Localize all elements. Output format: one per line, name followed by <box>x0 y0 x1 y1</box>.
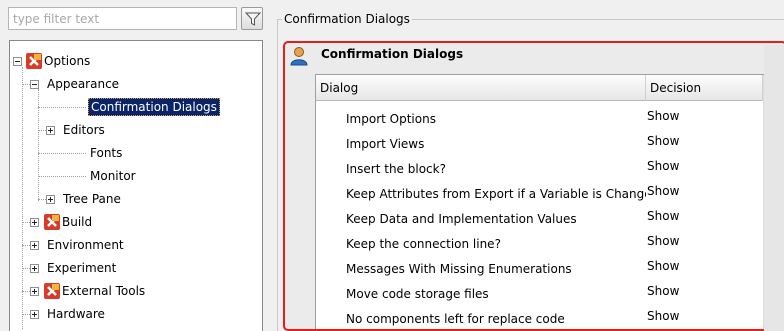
tree-item-label: Monitor <box>90 169 136 183</box>
user-icon <box>290 47 308 66</box>
tree-item-environment[interactable]: Environment <box>10 235 260 255</box>
filter-input[interactable] <box>9 8 236 29</box>
table-row[interactable]: No components left for replace code Show <box>316 305 756 329</box>
tree-item-build[interactable]: Build <box>10 212 260 232</box>
decision-cell[interactable]: Show <box>647 158 679 174</box>
table-row[interactable]: Insert the block? Show <box>316 155 756 180</box>
tree-item-tree-pane[interactable]: Tree Pane <box>10 189 260 209</box>
tree-item-appearance[interactable]: Appearance <box>10 74 260 94</box>
table-row[interactable]: Keep Attributes from Export if a Variabl… <box>316 180 756 205</box>
expand-icon[interactable] <box>30 264 39 273</box>
dialog-cell: No components left for replace code <box>346 312 565 326</box>
confirmation-dialogs-panel: Confirmation Dialogs Dialog Decision Imp… <box>283 41 784 331</box>
expand-icon[interactable] <box>46 195 55 204</box>
expand-icon[interactable] <box>30 310 39 319</box>
dialog-cell: Keep Attributes from Export if a Variabl… <box>346 187 646 201</box>
external-tools-icon <box>44 283 60 299</box>
dialog-cell: Move code storage files <box>346 287 489 301</box>
table-row[interactable]: Import Options Show <box>316 105 756 130</box>
funnel-icon <box>245 12 261 26</box>
decision-cell[interactable]: Show <box>647 283 679 299</box>
page-scrollbar-track[interactable] <box>764 45 784 331</box>
decision-cell[interactable]: Show <box>647 108 679 124</box>
tree-item-options[interactable]: Options <box>10 51 260 71</box>
tree-item-label: Options <box>44 54 91 68</box>
table-row[interactable]: Messages With Missing Enumerations Show <box>316 255 756 280</box>
tree-item-label: Build <box>62 215 93 229</box>
column-header-decision[interactable]: Decision <box>646 75 763 101</box>
tree-item-label: Experiment <box>47 261 117 275</box>
collapse-icon[interactable] <box>30 80 39 89</box>
tree-item-monitor[interactable]: Monitor <box>10 166 260 186</box>
pane-splitter[interactable] <box>270 0 274 331</box>
table-row[interactable]: Keep Data and Implementation Values Show <box>316 205 756 230</box>
panel-title: Confirmation Dialogs <box>321 47 464 61</box>
decision-cell[interactable]: Show <box>647 183 679 199</box>
table-row[interactable]: Import Views Show <box>316 130 756 155</box>
tree-item-fonts[interactable]: Fonts <box>10 143 260 163</box>
decision-cell[interactable]: Show <box>647 208 679 224</box>
expand-icon[interactable] <box>30 287 39 296</box>
collapse-icon[interactable] <box>13 57 22 66</box>
tree-item-label: Environment <box>47 238 124 252</box>
decision-cell[interactable]: Show <box>647 233 679 249</box>
dialog-cell: Insert the block? <box>346 162 446 176</box>
expand-icon[interactable] <box>30 241 39 250</box>
column-header-dialog[interactable]: Dialog <box>316 75 646 101</box>
expand-icon[interactable] <box>46 126 55 135</box>
filter-button[interactable] <box>241 7 263 30</box>
tree-item-experiment[interactable]: Experiment <box>10 258 260 278</box>
decision-cell[interactable]: Show <box>647 258 679 274</box>
table-row[interactable]: Move code storage files Show <box>316 280 756 305</box>
tree-item-confirmation-dialogs[interactable]: Confirmation Dialogs <box>10 97 260 117</box>
options-icon <box>26 53 42 69</box>
dialog-cell: Keep Data and Implementation Values <box>346 212 577 226</box>
expand-icon[interactable] <box>30 218 39 227</box>
dialog-cell: Keep the connection line? <box>346 237 501 251</box>
tree-item-editors[interactable]: Editors <box>10 120 260 140</box>
tree-item-label: Hardware <box>47 307 105 321</box>
dialog-cell: Messages With Missing Enumerations <box>346 262 572 276</box>
tree-item-label: Tree Pane <box>63 192 121 206</box>
filter-box <box>8 7 237 30</box>
tree-item-label: Appearance <box>47 77 120 91</box>
tree-item-label: External Tools <box>62 284 146 298</box>
dialog-cell: Import Views <box>346 137 425 151</box>
grid-header: Dialog Decision <box>316 75 774 101</box>
section-caption: Confirmation Dialogs <box>282 11 412 27</box>
decision-cell[interactable]: Show <box>647 133 679 149</box>
decision-cell[interactable]: Show <box>647 308 679 324</box>
tree-item-external-tools[interactable]: External Tools <box>10 281 260 301</box>
dialog-grid: Dialog Decision Import Options Show Impo… <box>315 74 775 329</box>
options-tree: Options Appearance Confirmation Dialogs … <box>9 40 263 331</box>
tree-item-label: Editors <box>63 123 105 137</box>
build-icon <box>44 214 60 230</box>
tree-item-label: Fonts <box>90 146 123 160</box>
table-row[interactable]: Keep the connection line? Show <box>316 230 756 255</box>
dialog-cell: Import Options <box>346 112 436 126</box>
tree-item-label: Confirmation Dialogs <box>88 98 220 116</box>
tree-item-hardware[interactable]: Hardware <box>10 304 260 324</box>
